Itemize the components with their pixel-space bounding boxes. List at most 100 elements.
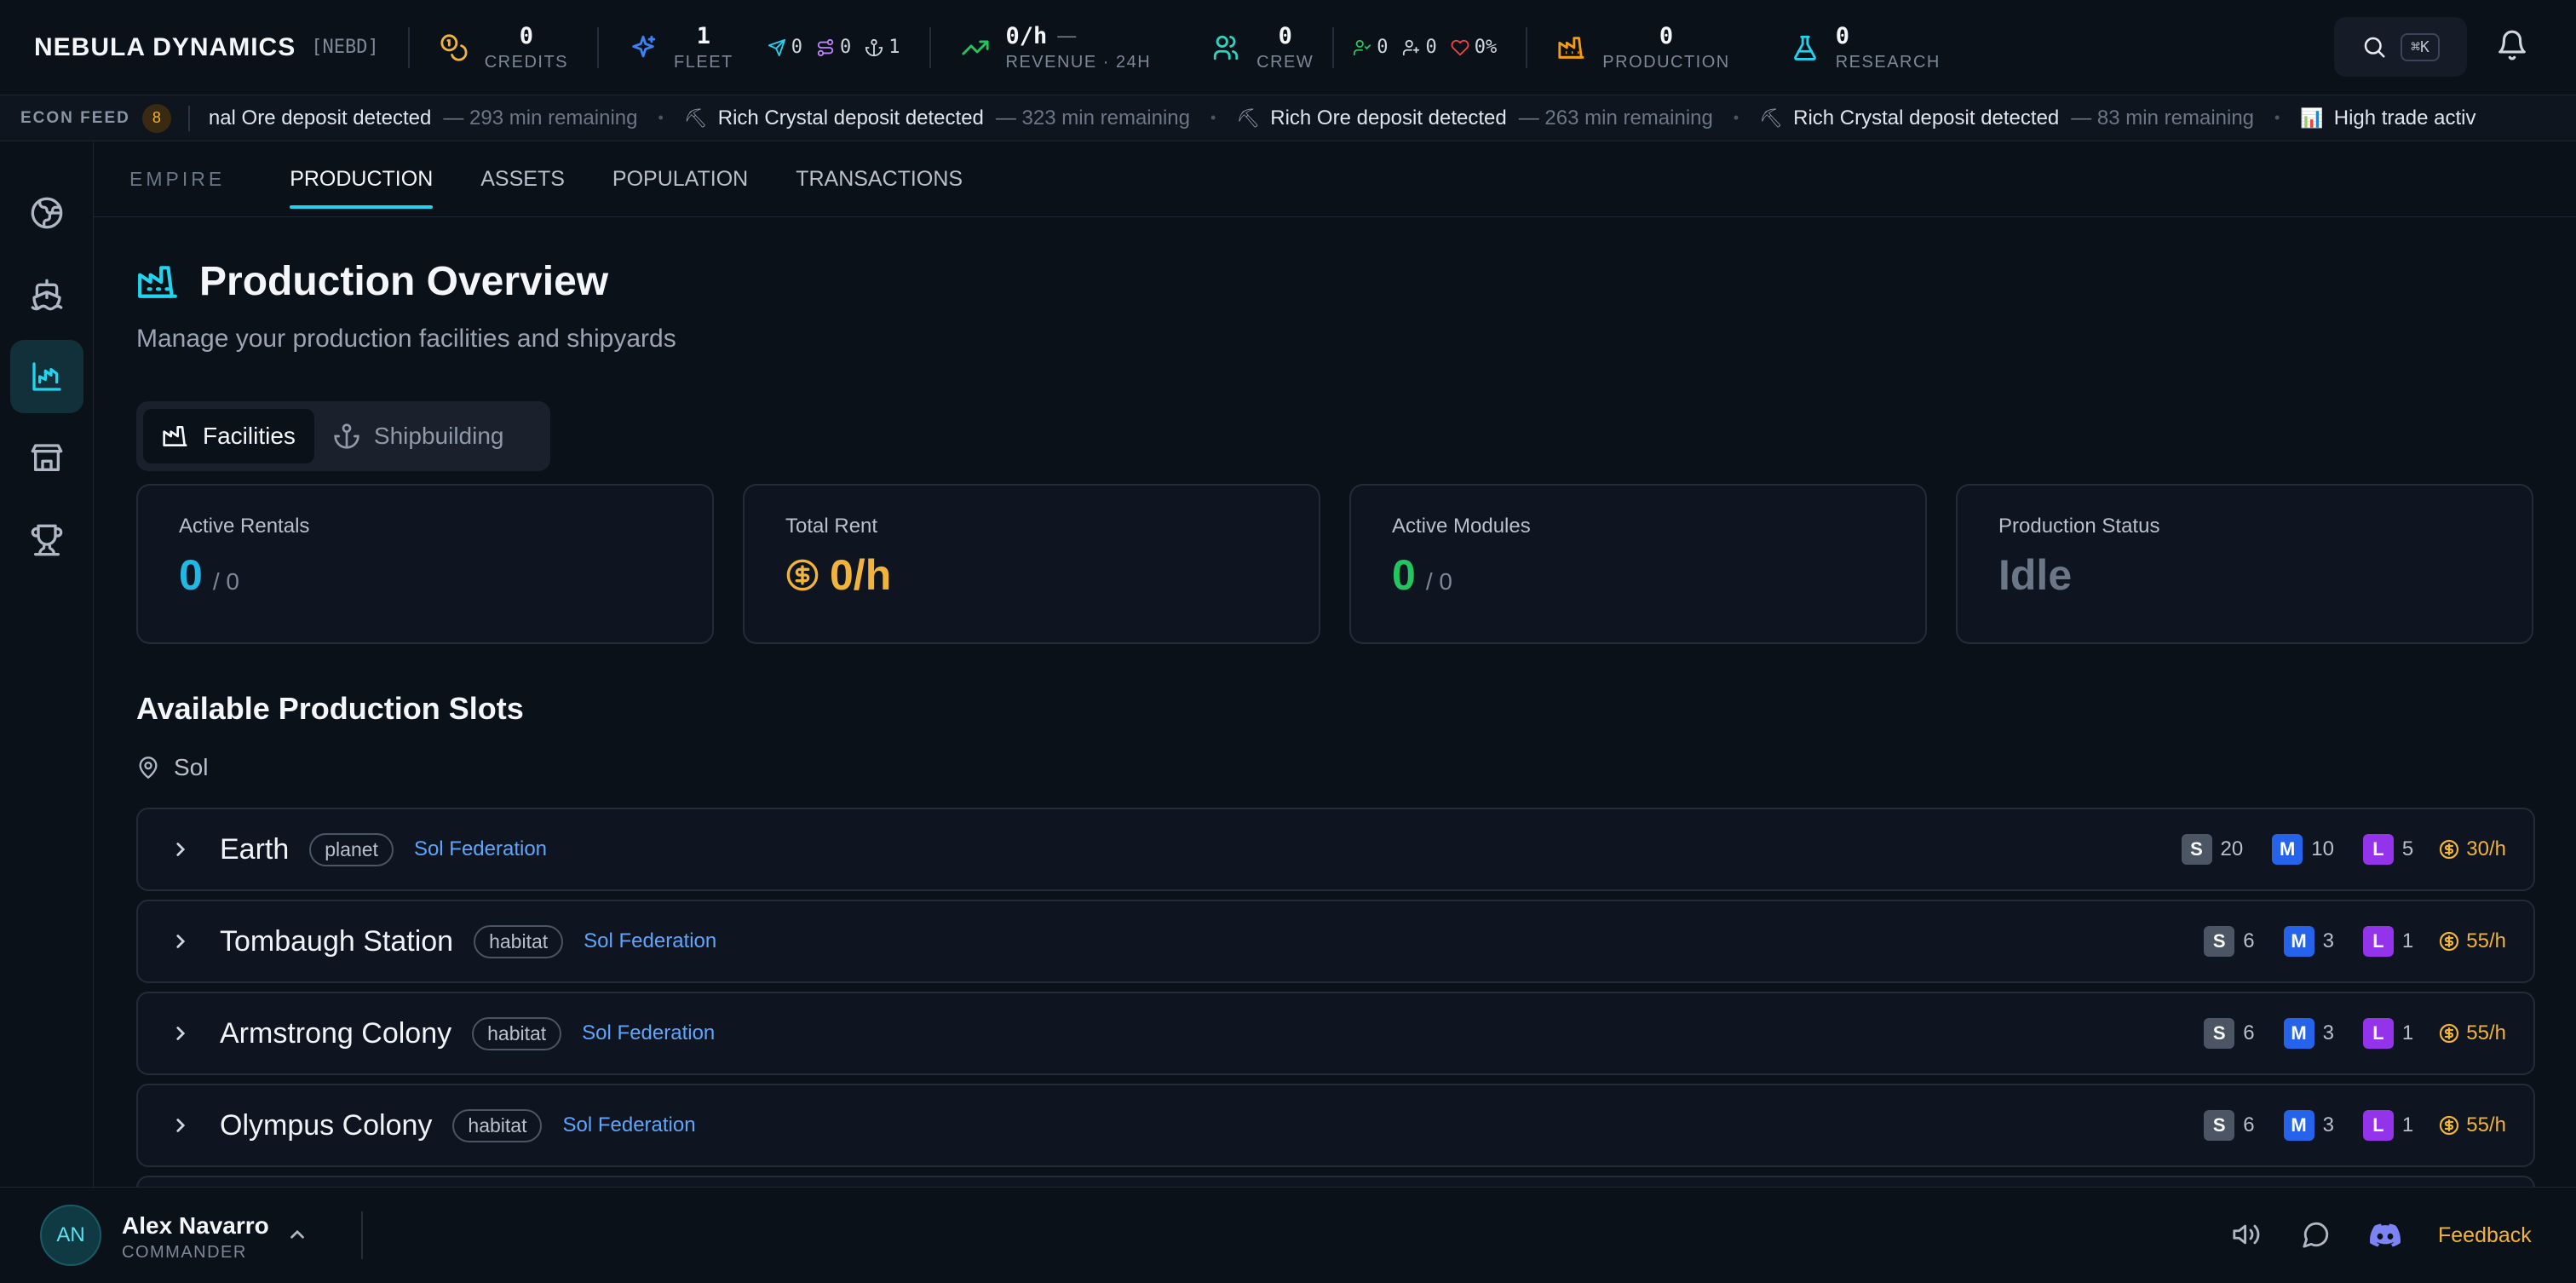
chevron-right-icon[interactable]	[164, 1114, 198, 1136]
user-name[interactable]: Alex Navarro	[122, 1212, 269, 1240]
feed-item[interactable]: nal Ore deposit detected — 293 min remai…	[209, 106, 684, 130]
page-subtitle: Manage your production facilities and sh…	[136, 325, 676, 353]
fleet-docked: 1	[865, 37, 900, 58]
fleet-moving: 0	[768, 37, 802, 58]
card-label: Active Rentals	[179, 515, 310, 538]
rent-rate: 55/h	[2439, 929, 2506, 953]
crew-label: CREW	[1256, 52, 1314, 72]
location-row[interactable]: Olympus Colony habitat Sol Federation S6…	[136, 1084, 2535, 1167]
feed-item[interactable]: ⛏ Rich Crystal deposit detected — 83 min…	[1759, 106, 2300, 130]
avatar[interactable]: AN	[40, 1205, 101, 1266]
divider	[929, 26, 931, 68]
rent-rate: 30/h	[2439, 837, 2506, 861]
stat-credits[interactable]: 0 CREDITS	[439, 23, 568, 72]
location-row[interactable]: Tombaugh Station habitat Sol Federation …	[136, 900, 2535, 983]
feedback-link[interactable]: Feedback	[2438, 1223, 2532, 1248]
discord-button[interactable]	[2370, 1220, 2401, 1255]
feed-item[interactable]: ⛏ Rich Ore deposit detected — 263 min re…	[1236, 106, 1759, 130]
nav-leaderboard[interactable]	[10, 503, 83, 577]
card-value: 0/h	[830, 551, 892, 599]
bottom-bar	[0, 1187, 2576, 1283]
faction-link[interactable]: Sol Federation	[414, 837, 547, 861]
faction-link[interactable]: Sol Federation	[582, 1021, 715, 1045]
pickaxe-icon: ⛏	[1236, 106, 1261, 129]
trophy-icon	[31, 524, 63, 556]
card-value: 0	[1392, 551, 1416, 599]
nav-fleet[interactable]	[10, 258, 83, 331]
map-pin-icon	[139, 757, 158, 780]
rent-rate: 55/h	[2439, 1113, 2506, 1137]
size-small-badge: S	[2204, 1110, 2235, 1141]
location-row[interactable]: Earth planet Sol Federation S 20 M 10 L5 3…	[136, 808, 2535, 891]
feed-item[interactable]: ⛏ Rich Crystal deposit detected — 323 mi…	[684, 106, 1237, 130]
econ-feed-ticker: ECON FEED 8 nal Ore deposit detected — 2…	[0, 95, 2576, 141]
credits-label: CREDITS	[484, 52, 569, 72]
send-icon	[768, 38, 785, 56]
nav-galaxy[interactable]	[10, 176, 83, 250]
brand[interactable]: NEBULA DYNAMICS [NEBD]	[34, 33, 379, 62]
command-search-button[interactable]: ⌘K	[2334, 17, 2467, 77]
coin-icon	[786, 559, 819, 591]
tabs-section-label: EMPIRE	[129, 168, 226, 190]
stat-crew[interactable]: 0 CREW	[1210, 23, 1314, 72]
card-label: Production Status	[1998, 515, 2160, 538]
location-name: Earth	[220, 832, 290, 866]
total-rent-card: Total Rent 0/h	[743, 484, 1320, 644]
fleet-routes: 0	[816, 37, 851, 58]
feed-item[interactable]: 📊 High trade activ	[2300, 106, 2475, 130]
slot-summary: S6 M3 L1 55/h	[2204, 1085, 2506, 1165]
chevron-up-icon[interactable]	[286, 1223, 308, 1250]
card-label: Active Modules	[1392, 515, 1531, 538]
production-status-card: Production Status Idle	[1956, 484, 2533, 644]
sound-button[interactable]	[2232, 1220, 2261, 1253]
tab-assets[interactable]: ASSETS	[480, 142, 565, 217]
size-medium-badge: M	[2283, 926, 2314, 957]
users-icon	[1210, 32, 1241, 63]
chevron-right-icon[interactable]	[164, 838, 198, 860]
chat-button[interactable]	[2302, 1220, 2331, 1253]
coin-icon	[2440, 839, 2459, 860]
size-large-badge: L	[2362, 834, 2394, 865]
section-title: Available Production Slots	[136, 691, 524, 726]
nav-production[interactable]	[10, 340, 83, 413]
size-medium-badge: M	[2283, 1018, 2314, 1049]
pickaxe-icon: ⛏	[683, 106, 708, 129]
tab-transactions[interactable]: TRANSACTIONS	[796, 142, 963, 217]
fleet-label: FLEET	[674, 52, 733, 72]
anchor-icon	[334, 423, 359, 449]
location-type-badge: habitat	[474, 924, 564, 958]
stat-research[interactable]: 0 RESEARCH	[1790, 23, 1941, 72]
card-total: / 0	[212, 568, 239, 595]
stat-production[interactable]: 0 PRODUCTION	[1556, 23, 1729, 72]
tab-population[interactable]: POPULATION	[612, 142, 748, 217]
revenue-label: REVENUE · 24H	[1005, 52, 1152, 72]
notifications-button[interactable]	[2496, 29, 2528, 66]
location-row[interactable]: Armstrong Colony habitat Sol Federation …	[136, 992, 2535, 1075]
side-nav	[0, 142, 94, 1187]
slot-summary: S 20 M 10 L5 30/h	[2181, 809, 2506, 889]
research-value: 0	[1835, 22, 1849, 49]
faction-link[interactable]: Sol Federation	[584, 929, 716, 953]
shipbuilding-toggle[interactable]: Shipbuilding	[314, 409, 523, 463]
volume-icon	[2233, 1224, 2260, 1245]
user-role: COMMANDER	[122, 1243, 247, 1262]
slot-summary: S6 M3 L1 55/h	[2204, 901, 2506, 981]
summary-cards: Active Rentals 0 / 0 Total Rent 0/h Acti…	[136, 484, 2533, 644]
chevron-right-icon[interactable]	[164, 930, 198, 952]
card-value: Idle	[1998, 551, 2073, 599]
size-medium-badge: M	[2283, 1110, 2314, 1141]
route-icon	[817, 38, 834, 56]
stat-fleet[interactable]: 1 FLEET	[628, 23, 733, 72]
crew-unassigned: 0	[1402, 37, 1437, 58]
tab-production[interactable]: PRODUCTION	[290, 142, 434, 217]
facilities-toggle[interactable]: Facilities	[143, 409, 314, 463]
divider	[1526, 26, 1528, 68]
faction-link[interactable]: Sol Federation	[562, 1113, 695, 1137]
production-value: 0	[1659, 22, 1674, 49]
stat-revenue[interactable]: 0/h — REVENUE · 24H	[960, 23, 1152, 72]
separator-dot: •	[1733, 109, 1739, 126]
nav-market[interactable]	[10, 422, 83, 495]
chevron-right-icon[interactable]	[164, 1022, 198, 1044]
globe-icon	[31, 197, 63, 229]
heart-icon	[1451, 39, 1469, 55]
